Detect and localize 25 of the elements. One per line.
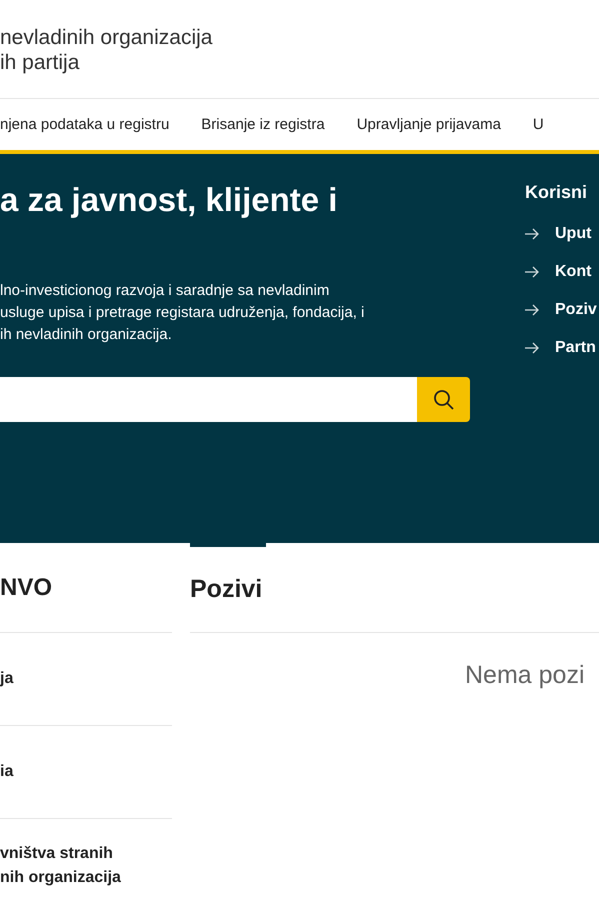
- quick-link[interactable]: Kont: [555, 263, 592, 281]
- arrow-icon: [525, 342, 539, 354]
- quick-link[interactable]: Uput: [555, 225, 592, 243]
- sidebar-link[interactable]: ia: [0, 760, 14, 784]
- search-field[interactable]: [0, 377, 417, 422]
- sidebar-link[interactable]: ja: [0, 667, 14, 691]
- sidebar-link[interactable]: vništva stranih nih organizacija: [0, 842, 121, 890]
- arrow-icon: [525, 266, 539, 278]
- hero-heading: a za javnost, klijente i: [0, 180, 338, 220]
- nav-link[interactable]: Upravljanje prijavama: [356, 116, 501, 133]
- arrow-icon: [525, 228, 539, 240]
- section-heading: Pozivi: [190, 547, 599, 633]
- quick-link[interactable]: Poziv: [555, 301, 597, 319]
- nav-link[interactable]: Brisanje iz registra: [201, 116, 325, 133]
- hero-description: lno-investicionog razvoja i saradnje sa nevladinim usluge upisa i pretrage registara udruženja, fondacija, i ih nevladinih organizacija.: [0, 281, 366, 345]
- nav-link[interactable]: njena podataka u registru: [0, 116, 170, 133]
- site-title: nevladinih organizacija ih partija: [0, 25, 212, 75]
- arrow-icon: [525, 304, 539, 316]
- empty-message: Nema pozi: [465, 661, 586, 690]
- search-button[interactable]: [417, 377, 470, 422]
- links-heading: Korisni: [525, 182, 588, 203]
- nav-link[interactable]: U: [532, 116, 544, 133]
- sidebar-heading: NVO: [0, 543, 172, 633]
- quick-link[interactable]: Partn: [555, 339, 596, 357]
- search-icon: [432, 388, 456, 412]
